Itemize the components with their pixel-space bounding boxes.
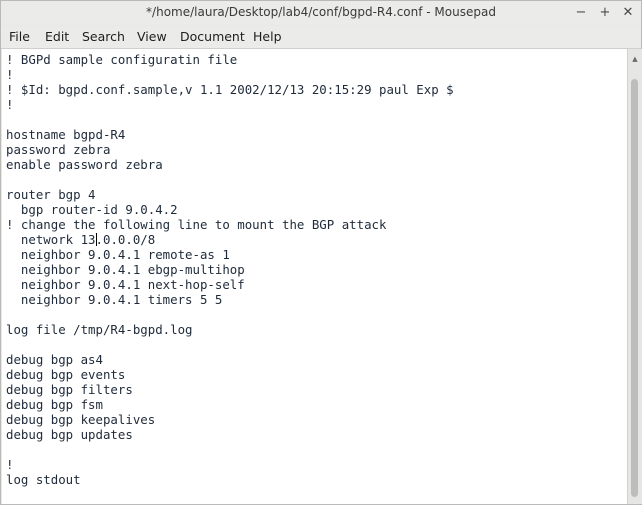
code-line: password zebra [6, 142, 111, 157]
code-line: ! [6, 97, 14, 112]
scrollbar-thumb[interactable] [631, 79, 638, 497]
menu-help[interactable]: Help [253, 29, 282, 44]
code-area[interactable]: ! BGPd sample configuratin file!! $Id: b… [2, 49, 627, 487]
menu-search[interactable]: Search [82, 29, 125, 44]
code-line: neighbor 9.0.4.1 remote-as 1 [6, 247, 230, 262]
menu-file[interactable]: File [9, 29, 30, 44]
code-line: bgp router-id 9.0.4.2 [6, 202, 178, 217]
code-line: hostname bgpd-R4 [6, 127, 126, 142]
code-line: ! [6, 457, 14, 472]
code-line: debug bgp fsm [6, 397, 103, 412]
menu-view[interactable]: View [137, 29, 167, 44]
maximize-icon[interactable]: + [596, 4, 614, 22]
title-bar[interactable]: */home/laura/Desktop/lab4/conf/bgpd-R4.c… [1, 1, 641, 25]
code-line: debug bgp as4 [6, 352, 103, 367]
code-line: router bgp 4 [6, 187, 96, 202]
text-editor[interactable]: ! BGPd sample configuratin file!! $Id: b… [2, 49, 627, 504]
code-line: neighbor 9.0.4.1 timers 5 5 [6, 292, 223, 307]
menu-edit[interactable]: Edit [45, 29, 69, 44]
code-line: ! $Id: bgpd.conf.sample,v 1.1 2002/12/13… [6, 82, 454, 97]
window-title: */home/laura/Desktop/lab4/conf/bgpd-R4.c… [146, 5, 496, 19]
code-line: debug bgp updates [6, 427, 133, 442]
code-line: log file /tmp/R4-bgpd.log [6, 322, 193, 337]
code-line: enable password zebra [6, 157, 163, 172]
code-line: network 13.0.0.0/8 [6, 232, 156, 247]
close-icon[interactable]: ✕ [619, 4, 637, 22]
text-caret [95, 233, 97, 246]
minimize-icon[interactable]: − [572, 4, 590, 22]
code-line: ! change the following line to mount the… [6, 217, 387, 232]
code-line: ! BGPd sample configuratin file [6, 52, 238, 67]
code-line: neighbor 9.0.4.1 ebgp-multihop [6, 262, 245, 277]
scroll-up-arrow-icon[interactable]: ▲ [628, 55, 642, 63]
mousepad-window: */home/laura/Desktop/lab4/conf/bgpd-R4.c… [0, 0, 642, 505]
code-line: debug bgp keepalives [6, 412, 156, 427]
code-line: debug bgp filters [6, 382, 133, 397]
code-line: neighbor 9.0.4.1 next-hop-self [6, 277, 245, 292]
code-line: ! [6, 67, 14, 82]
menu-bar: File Edit Search View Document Help [1, 26, 641, 49]
code-line: debug bgp events [6, 367, 126, 382]
code-line: log stdout [6, 472, 81, 487]
menu-document[interactable]: Document [180, 29, 245, 44]
vertical-scrollbar[interactable]: ▲ [627, 49, 642, 504]
